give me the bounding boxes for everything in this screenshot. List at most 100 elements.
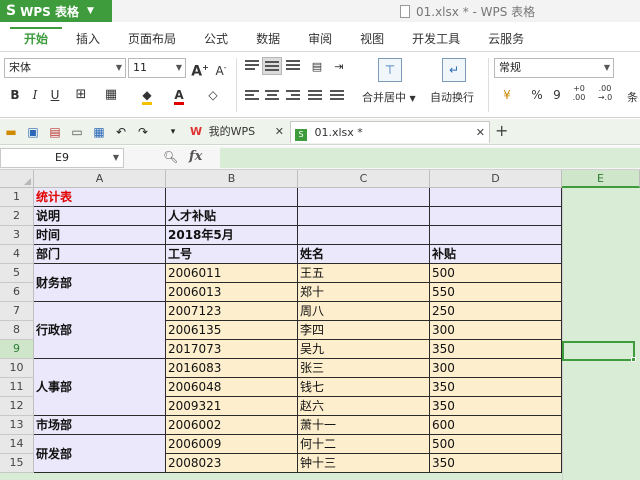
cell-employee-name[interactable]: 何十二: [298, 435, 430, 454]
cell-b3[interactable]: 2018年5月: [166, 226, 298, 245]
column-header-a[interactable]: A: [34, 170, 166, 188]
bold-icon[interactable]: B: [6, 86, 24, 104]
justify-icon[interactable]: [308, 90, 322, 102]
header-department[interactable]: 部门: [34, 245, 166, 264]
redo-icon[interactable]: ↷: [136, 125, 150, 139]
cell-employee-id[interactable]: 2006013: [166, 283, 298, 302]
cell-subsidy[interactable]: 500: [430, 435, 562, 454]
distributed-icon[interactable]: [330, 90, 344, 102]
font-name-select[interactable]: 宋体 ▼: [4, 58, 126, 78]
cell-c1[interactable]: [298, 188, 430, 207]
decrease-font-icon[interactable]: A-: [212, 59, 230, 78]
row-header[interactable]: 11: [0, 378, 34, 397]
open-folder-icon[interactable]: ▬: [4, 125, 18, 139]
cell-employee-name[interactable]: 钱七: [298, 378, 430, 397]
cell-department-hr[interactable]: 人事部: [34, 359, 166, 416]
align-left-icon[interactable]: [245, 90, 259, 102]
column-header-e[interactable]: E: [562, 170, 640, 188]
cell-subsidy[interactable]: 350: [430, 340, 562, 359]
text-direction-icon[interactable]: ▤: [308, 58, 326, 76]
cell-employee-name[interactable]: 郑十: [298, 283, 430, 302]
name-box[interactable]: E9 ▼: [0, 148, 124, 168]
cell-a1[interactable]: 统计表: [34, 188, 166, 207]
cell-b1[interactable]: [166, 188, 298, 207]
cell-subsidy[interactable]: 300: [430, 359, 562, 378]
fill-color-icon[interactable]: ◆: [138, 86, 156, 105]
cell-subsidy[interactable]: 550: [430, 283, 562, 302]
print-preview-icon[interactable]: ▦: [92, 125, 106, 139]
cell-employee-name[interactable]: 周八: [298, 302, 430, 321]
row-header[interactable]: 7: [0, 302, 34, 321]
wrap-text-button[interactable]: 自动换行: [430, 89, 474, 105]
cell-employee-id[interactable]: 2017073: [166, 340, 298, 359]
increase-font-icon[interactable]: A+: [191, 59, 209, 80]
cell-employee-id[interactable]: 2006009: [166, 435, 298, 454]
cell-a3[interactable]: 时间: [34, 226, 166, 245]
tab-document[interactable]: S 01.xlsx * ✕: [290, 121, 490, 143]
cell-d2[interactable]: [430, 207, 562, 226]
comma-style-button[interactable]: 9: [548, 86, 566, 104]
cell-c2[interactable]: [298, 207, 430, 226]
tab-review[interactable]: 审阅: [294, 27, 346, 51]
cell-employee-name[interactable]: 吴九: [298, 340, 430, 359]
cell-employee-name[interactable]: 王五: [298, 264, 430, 283]
tab-my-wps[interactable]: W 我的WPS ✕: [186, 121, 288, 143]
row-header[interactable]: 2: [0, 207, 34, 226]
cell-c3[interactable]: [298, 226, 430, 245]
font-size-select[interactable]: 11 ▼: [128, 58, 186, 78]
cell-subsidy[interactable]: 250: [430, 302, 562, 321]
underline-icon[interactable]: U: [46, 86, 64, 104]
italic-icon[interactable]: I: [26, 86, 44, 104]
cell-d1[interactable]: [430, 188, 562, 207]
cell-department-rnd[interactable]: 研发部: [34, 435, 166, 473]
tab-developer[interactable]: 开发工具: [398, 27, 474, 51]
cell-department-admin[interactable]: 行政部: [34, 302, 166, 359]
fill-handle[interactable]: [631, 357, 636, 362]
cell-employee-name[interactable]: 钟十三: [298, 454, 430, 473]
cell-employee-id[interactable]: 2016083: [166, 359, 298, 378]
cell-a2[interactable]: 说明: [34, 207, 166, 226]
row-header[interactable]: 8: [0, 321, 34, 340]
cell-employee-name[interactable]: 李四: [298, 321, 430, 340]
column-header-b[interactable]: B: [166, 170, 298, 188]
row-header[interactable]: 3: [0, 226, 34, 245]
increase-decimal-icon[interactable]: +0.00: [570, 84, 588, 102]
align-center-icon[interactable]: [265, 90, 279, 102]
cell-employee-id[interactable]: 2009321: [166, 397, 298, 416]
cell-employee-id[interactable]: 2006135: [166, 321, 298, 340]
row-header[interactable]: 13: [0, 416, 34, 435]
merge-center-icon[interactable]: ⊤: [378, 58, 402, 82]
merge-center-button[interactable]: 合并居中 ▼: [362, 89, 416, 105]
cell-subsidy[interactable]: 500: [430, 264, 562, 283]
close-icon[interactable]: ✕: [275, 121, 284, 143]
decrease-decimal-icon[interactable]: .00 →.0: [596, 84, 614, 102]
undo-icon[interactable]: ↶: [114, 125, 128, 139]
column-e-cells[interactable]: [562, 188, 640, 480]
tab-home[interactable]: 开始: [10, 27, 63, 51]
cell-employee-id[interactable]: 2006048: [166, 378, 298, 397]
close-icon[interactable]: ✕: [476, 122, 485, 144]
export-pdf-icon[interactable]: ▤: [48, 125, 62, 139]
zoom-search-icon[interactable]: 🔍︎: [163, 150, 178, 164]
row-header[interactable]: 5: [0, 264, 34, 283]
row-header[interactable]: 14: [0, 435, 34, 454]
save-icon[interactable]: ▣: [26, 125, 40, 139]
customize-toolbar-icon[interactable]: ▾: [166, 125, 180, 139]
tab-cloud-services[interactable]: 云服务: [474, 27, 538, 51]
indent-icon[interactable]: ⇥: [330, 58, 348, 76]
cell-subsidy[interactable]: 600: [430, 416, 562, 435]
row-header[interactable]: 10: [0, 359, 34, 378]
clear-format-icon[interactable]: ◇: [204, 86, 222, 104]
row-header[interactable]: 15: [0, 454, 34, 473]
align-bottom-icon[interactable]: [286, 60, 300, 72]
formula-input[interactable]: [220, 148, 640, 168]
insert-function-button[interactable]: fx: [189, 149, 202, 164]
tab-page-layout[interactable]: 页面布局: [114, 27, 190, 51]
cell-employee-name[interactable]: 萧十一: [298, 416, 430, 435]
column-header-c[interactable]: C: [298, 170, 430, 188]
tab-data[interactable]: 数据: [242, 27, 294, 51]
cell-subsidy[interactable]: 350: [430, 378, 562, 397]
conditional-format-button[interactable]: 条: [627, 89, 638, 105]
active-cell-e9[interactable]: [562, 341, 635, 361]
header-subsidy[interactable]: 补贴: [430, 245, 562, 264]
